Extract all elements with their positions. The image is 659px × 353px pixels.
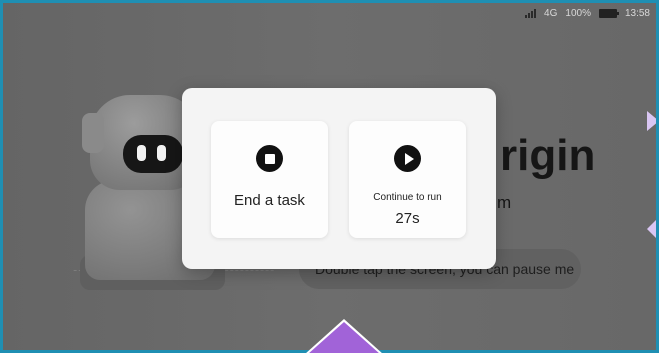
decorative-arrow-icon bbox=[647, 217, 656, 241]
pause-dialog: End a task Continue to run 27s bbox=[182, 88, 496, 269]
robot-eye bbox=[137, 145, 146, 161]
end-task-label: End a task bbox=[234, 192, 305, 209]
battery-percent: 100% bbox=[565, 7, 591, 19]
stop-icon bbox=[256, 145, 283, 172]
decorative-triangle-icon bbox=[308, 322, 380, 353]
device-screen: 4G 100% 13:58 rigin m Double tap the scr… bbox=[0, 0, 659, 353]
clock: 13:58 bbox=[624, 7, 650, 19]
background-subtitle: m bbox=[497, 193, 512, 212]
background-title: rigin bbox=[500, 131, 596, 180]
robot-face bbox=[123, 135, 183, 173]
end-task-button[interactable]: End a task bbox=[211, 121, 328, 238]
continue-run-button[interactable]: Continue to run 27s bbox=[349, 121, 466, 238]
robot-eye bbox=[157, 145, 166, 161]
network-type: 4G bbox=[544, 7, 558, 19]
signal-bars-icon bbox=[525, 8, 537, 18]
play-icon bbox=[394, 145, 421, 172]
status-bar: 4G 100% 13:58 bbox=[525, 5, 650, 21]
robot-ear bbox=[82, 113, 104, 153]
countdown-timer: 27s bbox=[395, 210, 420, 227]
decorative-arrow-icon bbox=[647, 111, 656, 131]
continue-run-label: Continue to run bbox=[373, 192, 442, 203]
battery-icon bbox=[598, 8, 619, 18]
